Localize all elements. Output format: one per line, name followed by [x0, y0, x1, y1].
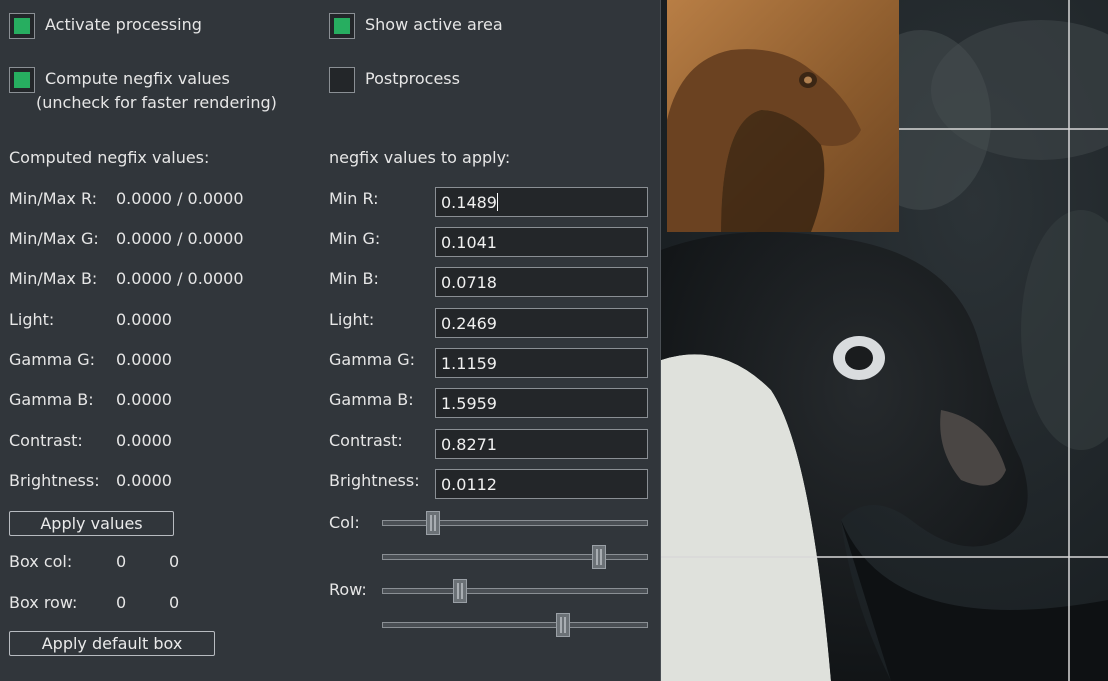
computed-label: Min/Max B: [9, 269, 98, 288]
row-slider-label: Row: [329, 580, 367, 599]
computed-label: Contrast: [9, 431, 83, 450]
show-active-area-checkbox[interactable] [329, 13, 355, 39]
computed-value: 0.0000 / 0.0000 [116, 269, 244, 288]
negative-thumbnail [667, 0, 899, 232]
negfix-settings-panel: Activate processing Show active area Com… [0, 0, 661, 681]
postprocess-checkbox[interactable] [329, 67, 355, 93]
computed-label: Min/Max R: [9, 189, 97, 208]
activate-processing-checkbox[interactable] [9, 13, 35, 39]
gamma-b-input[interactable]: 1.5959 [435, 388, 648, 418]
activate-processing-label: Activate processing [45, 15, 202, 34]
apply-field-label: Gamma B: [329, 390, 414, 409]
computed-value: 0.0000 / 0.0000 [116, 189, 244, 208]
box-col-value-2: 0 [169, 552, 180, 571]
compute-negfix-label: Compute negfix values [45, 69, 230, 88]
checkbox-checked-icon [14, 18, 30, 34]
box-row-value-1: 0 [116, 593, 127, 612]
min-b-input[interactable]: 0.0718 [435, 267, 648, 297]
col-slider-label: Col: [329, 513, 360, 532]
apply-values-heading: negfix values to apply: [329, 148, 511, 167]
computed-label: Brightness: [9, 471, 100, 490]
computed-label: Gamma G: [9, 350, 96, 369]
apply-field-label: Min R: [329, 189, 379, 208]
postprocess-label: Postprocess [365, 69, 460, 88]
image-preview[interactable] [661, 0, 1108, 681]
box-col-value-1: 0 [116, 552, 127, 571]
row-start-slider[interactable] [382, 579, 648, 603]
box-col-label: Box col: [9, 552, 73, 571]
box-row-label: Box row: [9, 593, 78, 612]
light-input[interactable]: 0.2469 [435, 308, 648, 338]
computed-value: 0.0000 [116, 310, 172, 329]
computed-value: 0.0000 [116, 471, 172, 490]
computed-value: 0.0000 [116, 390, 172, 409]
min-g-input[interactable]: 0.1041 [435, 227, 648, 257]
computed-value: 0.0000 [116, 431, 172, 450]
slider-handle-icon[interactable] [426, 511, 440, 535]
compute-negfix-hint: (uncheck for faster rendering) [36, 93, 277, 112]
min-r-input[interactable]: 0.1489 [435, 187, 648, 217]
slider-handle-icon[interactable] [453, 579, 467, 603]
computed-label: Light: [9, 310, 55, 329]
col-start-slider[interactable] [382, 511, 648, 535]
apply-field-label: Light: [329, 310, 375, 329]
computed-values-heading: Computed negfix values: [9, 148, 210, 167]
brightness-input[interactable]: 0.0112 [435, 469, 648, 499]
compute-negfix-checkbox[interactable] [9, 67, 35, 93]
apply-field-label: Gamma G: [329, 350, 416, 369]
apply-default-box-button[interactable]: Apply default box [9, 631, 215, 656]
checkbox-checked-icon [334, 18, 350, 34]
computed-label: Gamma B: [9, 390, 94, 409]
apply-field-label: Min B: [329, 269, 379, 288]
penguin-eye [845, 346, 873, 370]
col-end-slider[interactable] [382, 545, 648, 569]
show-active-area-label: Show active area [365, 15, 503, 34]
box-row-value-2: 0 [169, 593, 180, 612]
computed-value: 0.0000 / 0.0000 [116, 229, 244, 248]
gamma-g-input[interactable]: 1.1159 [435, 348, 648, 378]
text-cursor [496, 193, 498, 211]
computed-label: Min/Max G: [9, 229, 99, 248]
apply-field-label: Brightness: [329, 471, 420, 490]
min-r-value: 0.1489 [441, 193, 497, 212]
slider-handle-icon[interactable] [556, 613, 570, 637]
apply-field-label: Contrast: [329, 431, 403, 450]
photo-canvas [661, 0, 1108, 681]
contrast-input[interactable]: 0.8271 [435, 429, 648, 459]
slider-handle-icon[interactable] [592, 545, 606, 569]
row-end-slider[interactable] [382, 613, 648, 637]
checkbox-checked-icon [14, 72, 30, 88]
apply-field-label: Min G: [329, 229, 381, 248]
computed-value: 0.0000 [116, 350, 172, 369]
apply-values-button[interactable]: Apply values [9, 511, 174, 536]
